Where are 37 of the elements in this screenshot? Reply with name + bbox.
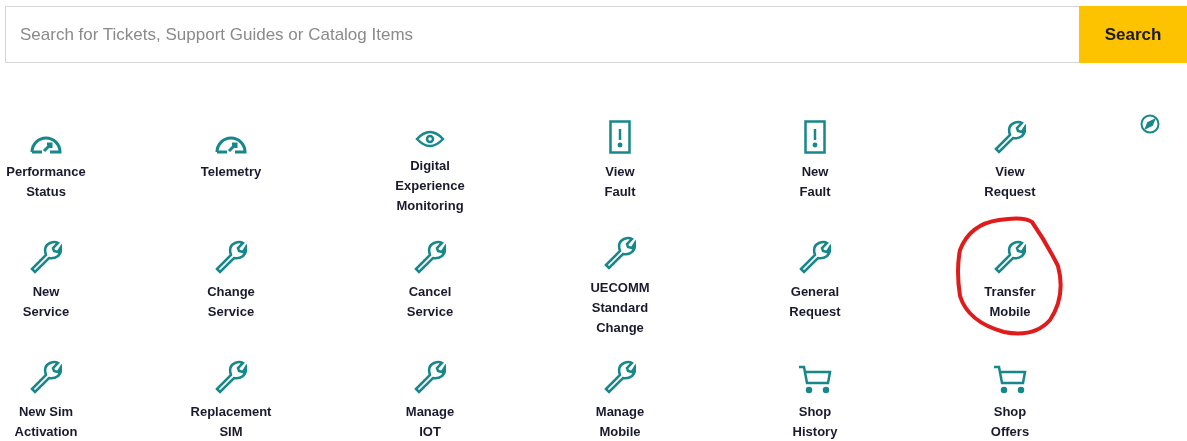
service-link[interactable]: Transfer Mobile: [984, 282, 1036, 322]
service-link[interactable]: Shop History: [792, 402, 838, 441]
search-button[interactable]: Search: [1079, 6, 1187, 63]
wrench-icon: [604, 360, 636, 394]
service-link[interactable]: Shop Offers: [990, 402, 1030, 441]
wrench-icon: [994, 120, 1026, 154]
service-link[interactable]: New Fault: [799, 162, 831, 202]
wrench-icon: [30, 360, 62, 394]
wrench-icon: [604, 236, 636, 270]
service-link[interactable]: New Service: [22, 282, 70, 322]
service-link[interactable]: Replacement SIM: [190, 402, 272, 441]
service-link[interactable]: General Request: [789, 282, 841, 322]
wrench-icon: [30, 240, 62, 274]
cart-icon: [993, 364, 1027, 394]
service-link[interactable]: UECOMM Standard Change: [590, 278, 650, 338]
cart-icon: [798, 364, 832, 394]
service-link[interactable]: Digital Experience Monitoring: [395, 156, 465, 216]
wrench-icon: [215, 360, 247, 394]
wrench-icon: [414, 240, 446, 274]
wrench-icon: [799, 240, 831, 274]
wrench-icon: [414, 360, 446, 394]
alert-icon: [609, 120, 631, 154]
service-link[interactable]: Change Service: [207, 282, 255, 322]
service-link[interactable]: New Sim Activation: [14, 402, 78, 441]
wrench-icon: [215, 240, 247, 274]
service-link[interactable]: Manage IOT: [405, 402, 455, 441]
service-link[interactable]: Performance Status: [6, 162, 86, 202]
wrench-icon: [994, 240, 1026, 274]
service-link[interactable]: Telemetry: [200, 162, 262, 182]
service-link[interactable]: View Fault: [604, 162, 636, 202]
eye-icon: [415, 130, 445, 148]
alert-icon: [804, 120, 826, 154]
search-field[interactable]: Search for Tickets, Support Guides or Catalog Items: [5, 6, 1079, 63]
service-link[interactable]: Manage Mobile: [595, 402, 645, 441]
compass-icon[interactable]: [1140, 114, 1160, 134]
service-link[interactable]: Cancel Service: [406, 282, 454, 322]
service-link[interactable]: View Request: [984, 162, 1036, 202]
